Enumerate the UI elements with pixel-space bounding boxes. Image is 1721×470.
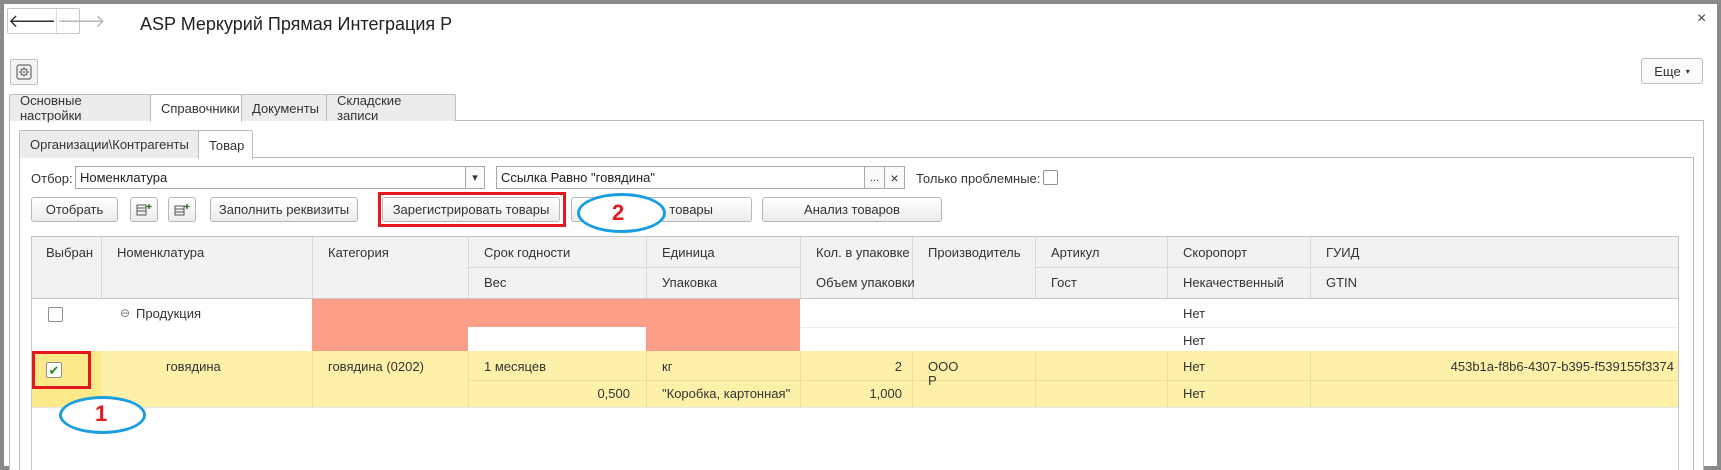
form-settings-button[interactable] xyxy=(10,59,38,85)
gear-icon xyxy=(16,64,32,80)
column-header-shelf-life[interactable]: Срок годности xyxy=(484,245,570,260)
divider xyxy=(1310,237,1311,298)
filter-condition-input[interactable]: Ссылка Равно "говядина" xyxy=(496,166,865,189)
divider xyxy=(800,351,801,407)
item-unit: кг xyxy=(662,359,673,374)
analyze-goods-button[interactable]: Анализ товаров xyxy=(762,197,942,222)
column-header-gtin[interactable]: GTIN xyxy=(1326,275,1357,290)
item-package: "Коробка, картонная" xyxy=(662,386,791,401)
item-manufacturer: ООО xyxy=(928,359,959,374)
column-header-perishable[interactable]: Скоропорт xyxy=(1183,245,1247,260)
annotation-marker: 1 xyxy=(95,401,108,426)
divider xyxy=(1035,351,1036,407)
divider xyxy=(1167,351,1168,407)
group-perishable: Нет xyxy=(1183,306,1206,321)
more-button[interactable]: Еще ▾ xyxy=(1641,58,1703,84)
column-header-qty-in-package[interactable]: Кол. в упаковке xyxy=(816,245,910,260)
divider xyxy=(101,237,102,298)
divider xyxy=(468,267,800,268)
column-header-guid[interactable]: ГУИД xyxy=(1326,245,1359,260)
collapse-icon[interactable]: ⊖ xyxy=(120,306,130,320)
tab-documents[interactable]: Документы xyxy=(241,94,327,121)
tab-directories[interactable]: Справочники xyxy=(150,94,242,122)
group-defective: Нет xyxy=(1183,333,1206,348)
inner-tabs: Организации\Контрагенты Товар xyxy=(19,130,253,159)
add-row-button[interactable] xyxy=(130,197,158,222)
item-defective: Нет xyxy=(1183,386,1206,401)
item-weight: 0,500 xyxy=(597,386,630,401)
divider xyxy=(32,407,1678,408)
item-category: говядина (0202) xyxy=(328,359,424,374)
annotation-highlight-box xyxy=(378,192,566,227)
divider xyxy=(468,380,1678,381)
column-header-article[interactable]: Артикул xyxy=(1051,245,1099,260)
group-name: Продукция xyxy=(136,306,202,321)
more-button-label: Еще xyxy=(1654,63,1681,79)
close-icon[interactable]: × xyxy=(1697,10,1706,28)
chevron-down-icon[interactable]: ▾ xyxy=(465,166,485,189)
select-more-icon[interactable]: ... xyxy=(864,166,885,189)
filter-field-input[interactable]: Номенклатура xyxy=(75,166,466,189)
divider xyxy=(1035,237,1036,298)
column-header-package[interactable]: Упаковка xyxy=(662,275,717,290)
column-header-nomenclature[interactable]: Номенклатура xyxy=(117,245,204,260)
divider xyxy=(312,351,313,407)
item-package-volume: 1,000 xyxy=(869,386,902,401)
goods-table[interactable]: Выбран Номенклатура Категория Срок годно… xyxy=(31,236,1679,470)
select-button[interactable]: Отобрать xyxy=(31,197,118,222)
annotation-marker: 2 xyxy=(612,200,625,225)
tab-main-settings[interactable]: Основные настройки xyxy=(9,93,151,123)
item-shelf-life: 1 месяцев xyxy=(484,359,546,374)
clear-icon[interactable]: × xyxy=(884,166,905,189)
tab-organizations-counterparties[interactable]: Организации\Контрагенты xyxy=(19,130,199,158)
column-header-weight[interactable]: Вес xyxy=(484,275,506,290)
tab-goods[interactable]: Товар xyxy=(198,130,253,159)
divider xyxy=(468,237,469,298)
column-header-manufacturer[interactable]: Производитель xyxy=(928,245,1021,260)
forward-arrow-icon[interactable]: 🡒 xyxy=(56,9,106,33)
item-manufacturer-line2: Р xyxy=(928,373,937,388)
item-name: говядина xyxy=(166,359,221,374)
column-header-selected[interactable]: Выбран xyxy=(46,245,93,260)
navigation-buttons: 🡐 🡒 xyxy=(7,8,106,34)
divider xyxy=(912,351,913,407)
column-header-gost[interactable]: Гост xyxy=(1051,275,1077,290)
divider xyxy=(1167,237,1168,298)
back-arrow-icon[interactable]: 🡐 xyxy=(8,9,56,33)
item-qty-in-package: 2 xyxy=(894,359,902,374)
divider xyxy=(312,237,313,298)
divider xyxy=(800,327,1678,328)
add-group-button[interactable] xyxy=(168,197,196,222)
column-header-package-volume[interactable]: Объем упаковки xyxy=(816,275,915,290)
table-cell xyxy=(468,327,646,351)
divider xyxy=(646,351,647,407)
tab-warehouse-records[interactable]: Складские записи xyxy=(326,93,456,123)
problem-only-checkbox[interactable] xyxy=(1043,170,1058,185)
add-group-icon xyxy=(174,203,190,215)
chevron-down-icon: ▾ xyxy=(1685,66,1690,76)
item-guid: 453b1a-f8b6-4307-b395-f539155f3374 xyxy=(1450,359,1674,374)
column-header-unit[interactable]: Единица xyxy=(662,245,715,260)
filter-label: Отбор: xyxy=(31,171,73,186)
divider xyxy=(468,351,469,407)
divider xyxy=(32,298,1678,299)
fill-attributes-button[interactable]: Заполнить реквизиты xyxy=(210,197,358,222)
divider xyxy=(646,237,647,298)
divider xyxy=(800,237,801,298)
divider xyxy=(1035,267,1678,268)
problem-only-label: Только проблемные: xyxy=(916,171,1041,186)
add-row-icon xyxy=(136,203,152,215)
column-header-defective[interactable]: Некачественный xyxy=(1183,275,1284,290)
page-title: ASP Меркурий Прямая Интеграция Р xyxy=(140,14,453,34)
annotation-highlight-box xyxy=(32,351,91,389)
group-row-checkbox[interactable] xyxy=(48,307,63,322)
outer-tabs: Основные настройки Справочники Документы… xyxy=(9,93,456,123)
item-perishable: Нет xyxy=(1183,359,1206,374)
column-header-category[interactable]: Категория xyxy=(328,245,389,260)
